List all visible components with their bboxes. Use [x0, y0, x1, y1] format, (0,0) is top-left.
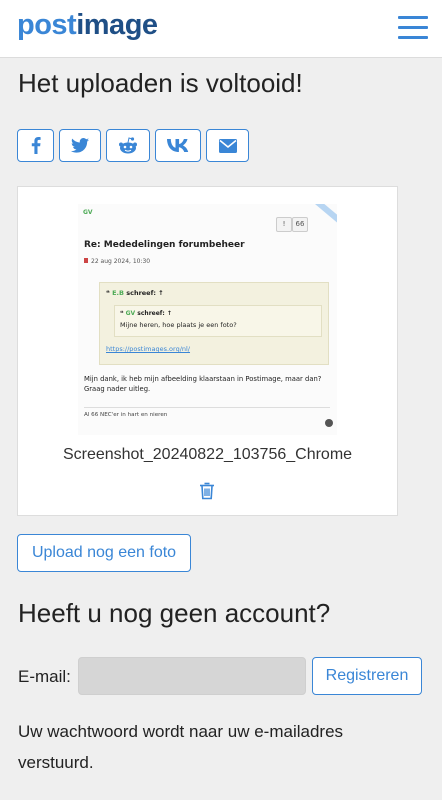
trash-icon[interactable]	[199, 482, 215, 500]
postimage-logo[interactable]: postimage	[17, 9, 158, 42]
facebook-share-button[interactable]	[17, 129, 54, 162]
page-title: Het uploaden is voltooid!	[18, 68, 303, 98]
email-label: E-mail:	[18, 667, 71, 686]
hamburger-menu-icon[interactable]	[398, 16, 428, 40]
email-icon	[218, 138, 237, 153]
facebook-icon	[31, 137, 41, 154]
upload-another-button[interactable]: Upload nog een foto	[17, 534, 191, 572]
upload-card: GV ! 66 Re: Mededelingen forumbeheer 22 …	[17, 186, 398, 516]
account-heading: Heeft u nog geen account?	[18, 598, 331, 628]
email-share-button[interactable]	[206, 129, 249, 162]
twitter-icon	[71, 138, 89, 153]
vk-icon	[167, 139, 189, 152]
uploaded-filename: Screenshot_20240822_103756_Chrome	[62, 446, 353, 463]
email-field[interactable]	[78, 657, 306, 695]
reddit-share-button[interactable]	[106, 129, 150, 162]
reddit-icon	[119, 136, 137, 153]
register-button[interactable]: Registreren	[312, 657, 422, 695]
vk-share-button[interactable]	[155, 129, 201, 162]
twitter-share-button[interactable]	[59, 129, 101, 162]
top-bar: postimage	[0, 0, 442, 58]
password-note: Uw wachtwoord wordt naar uw e-mailadres …	[18, 722, 344, 772]
uploaded-image-thumbnail[interactable]: GV ! 66 Re: Mededelingen forumbeheer 22 …	[78, 204, 337, 435]
share-buttons	[17, 129, 249, 162]
